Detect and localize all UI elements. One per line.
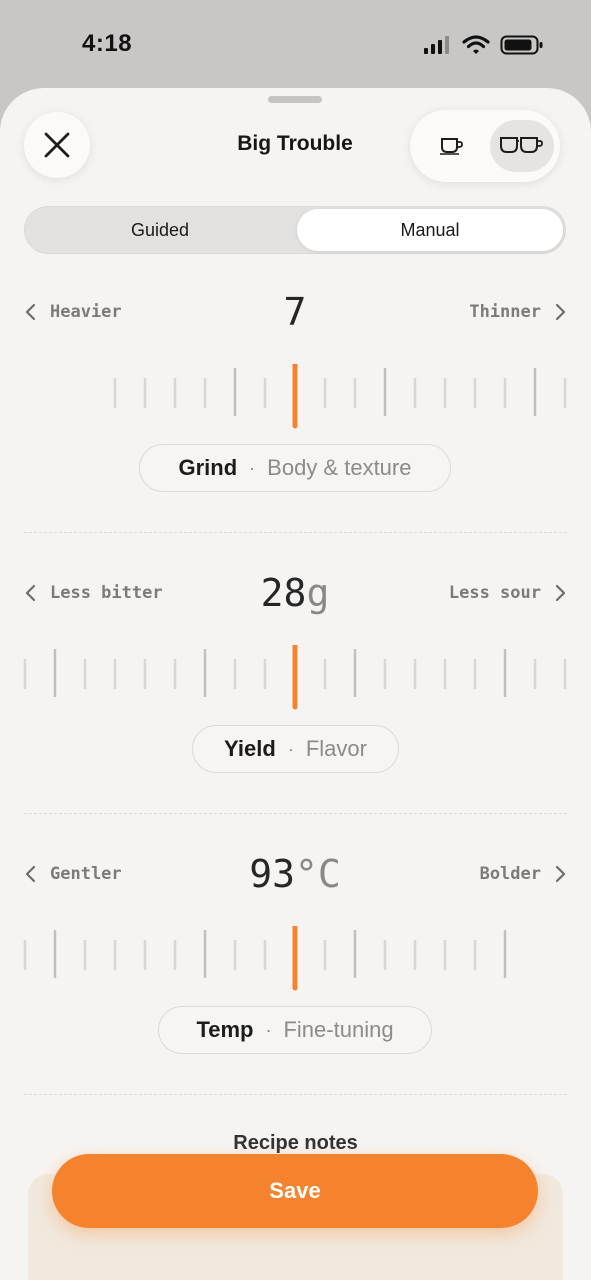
temp-increase[interactable]: Bolder bbox=[480, 864, 569, 884]
tab-guided[interactable]: Guided bbox=[27, 209, 293, 251]
temp-pill-dot: · bbox=[265, 1019, 272, 1040]
chevron-left-icon bbox=[25, 303, 36, 321]
yield-right-label: Less sour bbox=[448, 583, 541, 603]
temp-pill: Temp · Fine-tuning bbox=[158, 1006, 432, 1054]
signal-icon bbox=[424, 36, 449, 54]
temp-number: 93 bbox=[249, 852, 295, 896]
grind-number: 7 bbox=[283, 290, 307, 334]
temp-right-label: Bolder bbox=[479, 864, 541, 884]
grind-slider[interactable] bbox=[0, 364, 591, 434]
yield-section: Less bitter 28g Less sour Yield · Flavor bbox=[0, 567, 591, 827]
chevron-right-icon bbox=[555, 584, 566, 602]
double-cup-icon bbox=[500, 137, 543, 153]
single-cup-icon bbox=[440, 138, 463, 155]
grind-left-label: Heavier bbox=[50, 302, 122, 322]
yield-pill-dot: · bbox=[287, 738, 294, 759]
divider bbox=[24, 1094, 567, 1095]
chevron-left-icon bbox=[25, 865, 36, 883]
temp-pill-name: Temp bbox=[196, 1017, 254, 1042]
temp-slider[interactable] bbox=[0, 926, 591, 996]
grind-value: 7 bbox=[145, 290, 445, 334]
close-button[interactable] bbox=[24, 112, 90, 178]
grind-decrease[interactable]: Heavier bbox=[22, 302, 122, 322]
temp-pill-desc: Fine-tuning bbox=[283, 1017, 394, 1042]
grind-section: Heavier 7 Thinner Grind · Body & texture bbox=[0, 286, 591, 546]
tab-manual[interactable]: Manual bbox=[297, 209, 563, 251]
yield-slider[interactable] bbox=[0, 645, 591, 715]
grind-pill-dot: · bbox=[249, 457, 256, 478]
chevron-right-icon bbox=[555, 303, 566, 321]
sheet-grabber[interactable] bbox=[268, 96, 322, 103]
recipe-notes-title: Recipe notes bbox=[233, 1132, 358, 1154]
temp-unit: °C bbox=[295, 852, 341, 896]
yield-increase[interactable]: Less sour bbox=[449, 583, 569, 603]
grind-pill-desc: Body & texture bbox=[267, 455, 412, 480]
chevron-left-icon bbox=[25, 584, 36, 602]
wifi-icon bbox=[462, 35, 490, 54]
yield-pill: Yield · Flavor bbox=[192, 725, 399, 773]
yield-pill-name: Yield bbox=[224, 736, 276, 761]
yield-value: 28g bbox=[145, 571, 445, 615]
page-title: Big Trouble bbox=[237, 132, 353, 155]
temp-section: Gentler 93°C Bolder Temp · Fine-tuning bbox=[0, 848, 591, 1108]
yield-decrease[interactable]: Less bitter bbox=[22, 583, 163, 603]
divider bbox=[24, 532, 567, 533]
yield-unit: g bbox=[306, 571, 330, 615]
mode-segmented-control: Guided Manual bbox=[24, 206, 566, 254]
temp-left-label: Gentler bbox=[50, 864, 122, 884]
save-button[interactable]: Save bbox=[52, 1154, 538, 1228]
grind-increase[interactable]: Thinner bbox=[469, 302, 569, 322]
status-bar: 4:18 bbox=[0, 0, 591, 88]
yield-number: 28 bbox=[260, 571, 307, 615]
chevron-right-icon bbox=[555, 865, 566, 883]
divider bbox=[24, 813, 567, 814]
yield-pill-desc: Flavor bbox=[305, 736, 367, 761]
temp-decrease[interactable]: Gentler bbox=[22, 864, 122, 884]
grind-pill-name: Grind bbox=[178, 455, 238, 480]
recipe-sheet: Big Trouble Guided Manual Heavier 7 Thin… bbox=[0, 88, 591, 1280]
battery-icon bbox=[500, 35, 543, 55]
single-cup-button[interactable] bbox=[428, 122, 476, 170]
grind-pill: Grind · Body & texture bbox=[139, 444, 451, 492]
temp-value: 93°C bbox=[145, 852, 445, 896]
cup-size-toggle bbox=[410, 110, 560, 182]
status-icons bbox=[420, 32, 550, 58]
grind-right-label: Thinner bbox=[469, 302, 541, 322]
close-icon bbox=[44, 132, 70, 158]
status-time: 4:18 bbox=[82, 30, 133, 57]
double-cup-button[interactable] bbox=[490, 120, 554, 172]
